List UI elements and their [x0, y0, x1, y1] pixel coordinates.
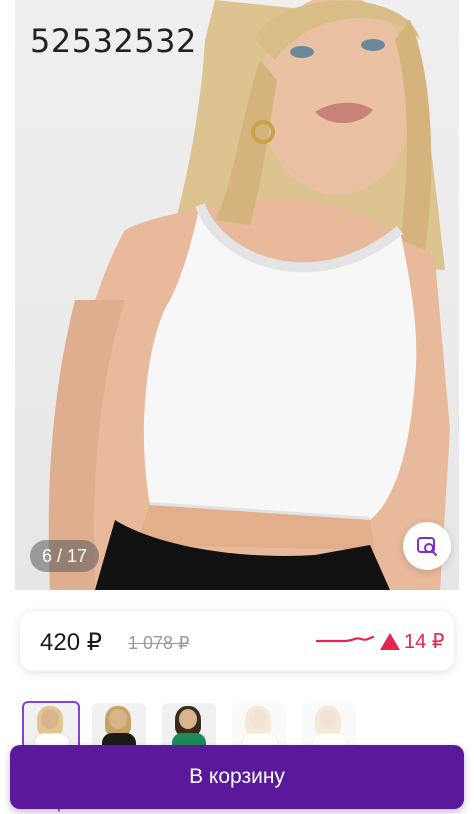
product-image[interactable] — [15, 0, 459, 590]
price-trend-icon — [315, 635, 375, 643]
triangle-up-icon — [380, 633, 400, 650]
add-to-cart-button[interactable]: В корзину — [10, 745, 464, 809]
price-change-value: 14 ₽ — [404, 631, 445, 653]
image-counter: 6 / 17 — [30, 540, 100, 572]
article-number: 52532532 — [30, 22, 197, 60]
old-price: 1 078 ₽ — [128, 633, 190, 653]
current-price: 420 ₽ — [40, 629, 102, 656]
model-photo — [48, 0, 450, 590]
price-card[interactable]: 420 ₽ 1 078 ₽ 14 ₽ — [20, 611, 454, 671]
visual-search-button[interactable] — [403, 522, 451, 570]
price-change: 14 ₽ — [380, 629, 445, 654]
image-search-icon — [417, 537, 437, 556]
